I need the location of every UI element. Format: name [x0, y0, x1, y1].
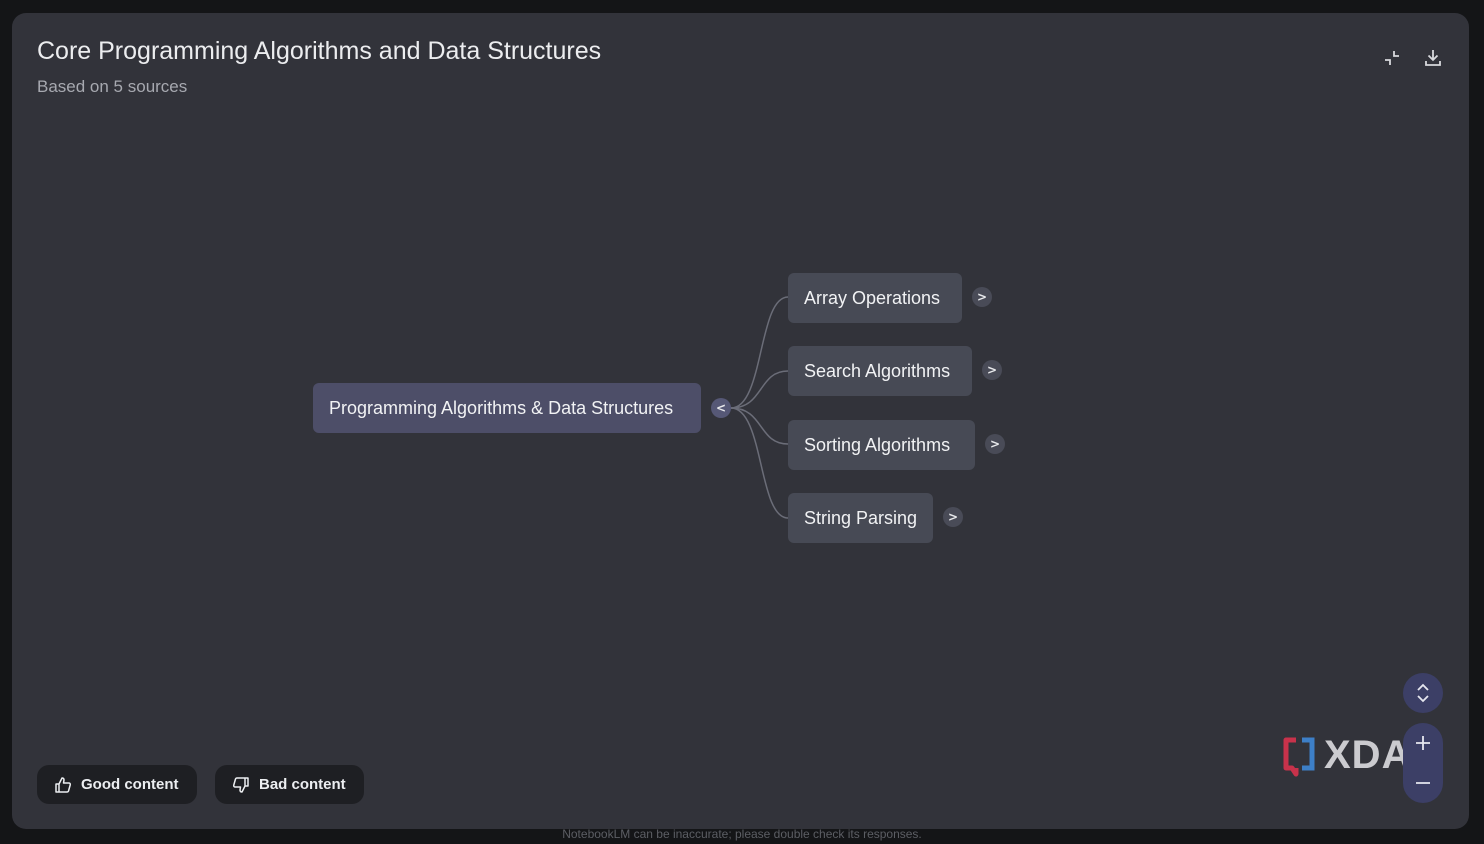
zoom-in-button[interactable]	[1403, 723, 1443, 763]
node-string-parsing[interactable]: String Parsing	[788, 493, 933, 543]
zoom-out-button[interactable]	[1403, 763, 1443, 803]
connector-sorting	[730, 407, 789, 445]
unfold-button[interactable]	[1403, 673, 1443, 713]
expand-toggle-string-parsing[interactable]: >	[943, 507, 963, 527]
unfold-icon	[1417, 683, 1429, 703]
bad-content-label: Bad content	[259, 776, 346, 793]
xda-logo-icon	[1283, 737, 1315, 776]
node-array-operations[interactable]: Array Operations	[788, 273, 962, 323]
plus-icon	[1416, 736, 1430, 750]
node-search-algorithms[interactable]: Search Algorithms	[788, 346, 972, 396]
mind-map-panel: Core Programming Algorithms and Data Str…	[12, 13, 1469, 829]
expand-toggle-array-operations[interactable]: >	[972, 287, 992, 307]
root-collapse-toggle[interactable]: <	[711, 398, 731, 418]
zoom-controls	[1403, 723, 1443, 803]
mind-map-connectors	[730, 296, 789, 519]
expand-toggle-search-algorithms[interactable]: >	[982, 360, 1002, 380]
minus-icon	[1416, 782, 1430, 784]
bad-content-button[interactable]: Bad content	[215, 765, 364, 804]
disclaimer-text: NotebookLM can be inaccurate; please dou…	[562, 827, 922, 841]
node-sorting-algorithms[interactable]: Sorting Algorithms	[788, 420, 975, 470]
xda-watermark: XDA	[1282, 733, 1411, 778]
thumbs-down-icon	[232, 776, 249, 793]
expand-toggle-sorting-algorithms[interactable]: >	[985, 434, 1005, 454]
good-content-label: Good content	[81, 776, 179, 793]
thumbs-up-icon	[55, 776, 72, 793]
root-node[interactable]: Programming Algorithms & Data Structures	[313, 383, 701, 433]
connector-search	[730, 370, 789, 409]
xda-watermark-text: XDA	[1324, 733, 1412, 777]
good-content-button[interactable]: Good content	[37, 765, 197, 804]
